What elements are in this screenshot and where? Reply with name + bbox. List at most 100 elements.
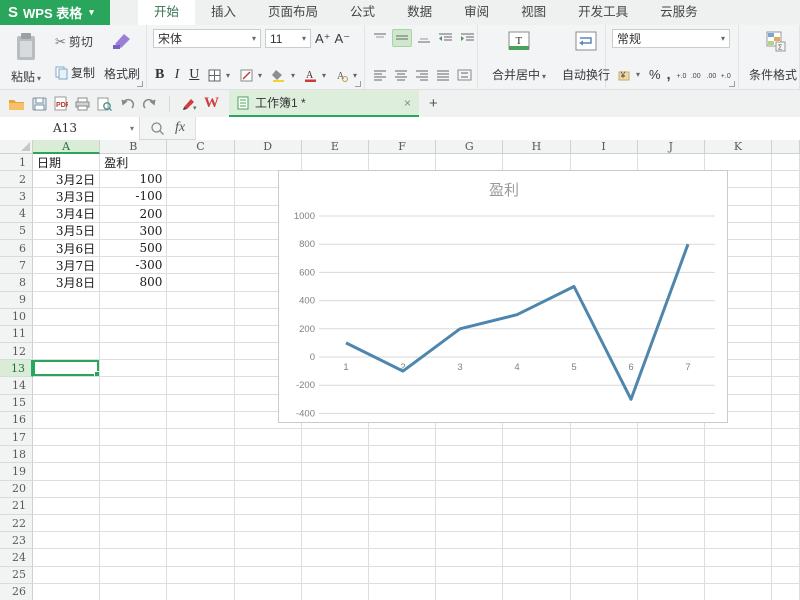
cell[interactable] xyxy=(772,481,800,498)
cell[interactable] xyxy=(772,498,800,515)
cell[interactable] xyxy=(167,429,234,446)
cell[interactable] xyxy=(33,292,100,309)
cell[interactable] xyxy=(571,154,638,171)
cell[interactable] xyxy=(436,429,503,446)
row-header-23[interactable]: 23 xyxy=(0,532,33,549)
row-header-2[interactable]: 2 xyxy=(0,171,33,188)
cell[interactable] xyxy=(33,412,100,429)
tab-6[interactable]: 视图 xyxy=(505,0,562,25)
cell[interactable] xyxy=(772,154,800,171)
format-painter-button[interactable] xyxy=(112,32,132,50)
cell[interactable] xyxy=(772,240,800,257)
paste-button[interactable]: 粘贴▾ xyxy=(6,29,46,85)
selected-cell-A13[interactable] xyxy=(33,360,100,377)
export-pdf-icon[interactable]: PDF xyxy=(54,96,68,111)
cell[interactable] xyxy=(705,429,772,446)
cell[interactable] xyxy=(302,463,369,480)
align-center-icon[interactable] xyxy=(392,67,410,83)
column-header-D[interactable]: D xyxy=(235,140,302,154)
redo-icon[interactable] xyxy=(142,97,158,111)
cell[interactable] xyxy=(167,206,234,223)
cell[interactable] xyxy=(503,498,570,515)
cell[interactable] xyxy=(369,498,436,515)
row-header-15[interactable]: 15 xyxy=(0,395,33,412)
cell[interactable] xyxy=(503,463,570,480)
cell[interactable] xyxy=(571,446,638,463)
cell[interactable] xyxy=(167,481,234,498)
row-header-26[interactable]: 26 xyxy=(0,584,33,600)
clipboard-dialog-launcher[interactable] xyxy=(137,81,143,87)
cell[interactable] xyxy=(100,532,167,549)
tab-5[interactable]: 审阅 xyxy=(448,0,505,25)
row-header-22[interactable]: 22 xyxy=(0,515,33,532)
cell[interactable] xyxy=(33,343,100,360)
cell[interactable] xyxy=(235,429,302,446)
cell[interactable] xyxy=(235,532,302,549)
cell[interactable] xyxy=(705,446,772,463)
draw-border-button[interactable]: ▾ xyxy=(237,68,265,83)
save-icon[interactable] xyxy=(32,97,47,111)
cell[interactable] xyxy=(167,584,234,600)
close-tab-icon[interactable]: × xyxy=(404,96,411,110)
cell[interactable] xyxy=(33,549,100,566)
cell[interactable] xyxy=(436,549,503,566)
cell[interactable] xyxy=(235,446,302,463)
font-dialog-launcher[interactable] xyxy=(355,81,361,87)
cell[interactable] xyxy=(235,567,302,584)
cell[interactable] xyxy=(571,481,638,498)
cell[interactable] xyxy=(369,515,436,532)
cell[interactable] xyxy=(369,154,436,171)
cell[interactable] xyxy=(436,498,503,515)
cell[interactable] xyxy=(772,223,800,240)
cell[interactable]: 300 xyxy=(100,223,167,240)
cell[interactable] xyxy=(235,498,302,515)
cell[interactable] xyxy=(638,584,705,600)
align-right-icon[interactable] xyxy=(413,67,431,83)
cell[interactable] xyxy=(772,292,800,309)
row-header-17[interactable]: 17 xyxy=(0,429,33,446)
cell[interactable] xyxy=(772,206,800,223)
decrease-indent-icon[interactable] xyxy=(436,30,455,46)
cell[interactable] xyxy=(235,154,302,171)
cell[interactable] xyxy=(772,584,800,600)
cell[interactable] xyxy=(772,532,800,549)
copy-button[interactable]: 复制 xyxy=(52,63,98,82)
cell[interactable] xyxy=(167,274,234,291)
merge-center-button[interactable]: T 合并居中▾ xyxy=(488,29,550,85)
cell[interactable] xyxy=(100,463,167,480)
cell[interactable] xyxy=(167,463,234,480)
name-box[interactable]: A13 ▾ xyxy=(0,117,140,140)
tab-8[interactable]: 云服务 xyxy=(644,0,714,25)
cell[interactable] xyxy=(571,498,638,515)
cell[interactable] xyxy=(302,498,369,515)
cell[interactable] xyxy=(503,584,570,600)
cell[interactable] xyxy=(503,446,570,463)
cell[interactable] xyxy=(369,463,436,480)
column-header-A[interactable]: A xyxy=(33,140,100,154)
row-header-21[interactable]: 21 xyxy=(0,498,33,515)
italic-button[interactable]: I xyxy=(170,67,183,83)
percent-button[interactable]: % xyxy=(649,67,661,82)
number-dialog-launcher[interactable] xyxy=(729,81,735,87)
underline-button[interactable]: U xyxy=(188,67,201,83)
align-left-icon[interactable] xyxy=(371,67,389,83)
row-header-25[interactable]: 25 xyxy=(0,567,33,584)
cell[interactable]: 3月8日 xyxy=(33,274,100,291)
search-icon[interactable] xyxy=(150,121,165,136)
cell[interactable]: -300 xyxy=(100,257,167,274)
tab-3[interactable]: 公式 xyxy=(334,0,391,25)
cell[interactable] xyxy=(167,257,234,274)
align-bottom-icon[interactable] xyxy=(415,30,433,46)
cell[interactable] xyxy=(33,481,100,498)
tab-7[interactable]: 开发工具 xyxy=(562,0,644,25)
cell[interactable] xyxy=(100,515,167,532)
conditional-format-button[interactable]: Σ 条件格式▾ xyxy=(745,29,800,85)
cell[interactable] xyxy=(772,412,800,429)
distributed-icon[interactable] xyxy=(455,67,474,83)
cell[interactable]: 3月6日 xyxy=(33,240,100,257)
cell[interactable] xyxy=(33,584,100,600)
cell[interactable] xyxy=(705,567,772,584)
cell[interactable] xyxy=(638,532,705,549)
formula-input[interactable] xyxy=(195,117,800,140)
increase-decimal-button[interactable]: +.0 .00 xyxy=(676,65,700,83)
